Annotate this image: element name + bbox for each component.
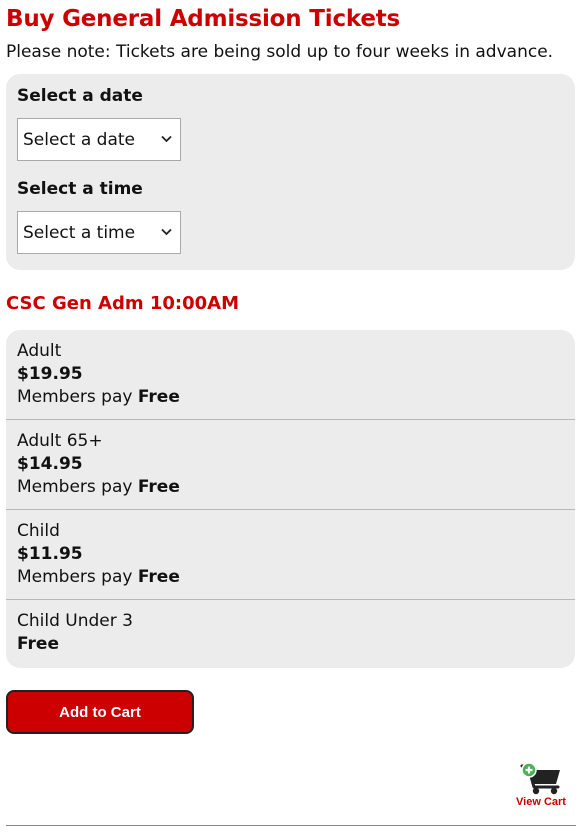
ticket-price: $19.95 xyxy=(17,364,83,384)
member-prefix: Members pay xyxy=(17,477,133,497)
ticket-name: Child Under 3 xyxy=(17,611,133,631)
advance-sale-note: Please note: Tickets are being sold up t… xyxy=(6,42,554,62)
view-cart-link[interactable]: View Cart xyxy=(512,760,570,808)
date-select-value: Select a date xyxy=(23,129,136,150)
member-price-line: Members pay Free xyxy=(17,476,564,499)
divider xyxy=(6,825,576,826)
ticket-row-adult: Adult $19.95 Members pay Free xyxy=(6,330,575,420)
ticket-row-child: Child $11.95 Members pay Free xyxy=(6,510,575,600)
ticket-price: $11.95 xyxy=(17,544,83,564)
chevron-down-icon xyxy=(161,133,172,146)
chevron-down-icon xyxy=(161,226,172,239)
member-price: Free xyxy=(137,477,180,497)
ticket-price: $14.95 xyxy=(17,454,83,474)
member-prefix: Members pay xyxy=(17,387,133,407)
time-select-value: Select a time xyxy=(23,222,136,243)
ticket-page: Buy General Admission Tickets Please not… xyxy=(0,0,587,734)
member-price: Free xyxy=(137,387,180,407)
member-prefix: Members pay xyxy=(17,567,133,587)
ticket-name: Child xyxy=(17,521,60,541)
member-price: Free xyxy=(137,567,180,587)
ticket-name: Adult xyxy=(17,341,62,361)
event-title: CSC Gen Adm 10:00AM xyxy=(6,293,240,314)
time-label: Select a time xyxy=(17,179,143,199)
cart-icon xyxy=(520,762,560,795)
member-price-line: Members pay Free xyxy=(17,386,564,409)
date-select[interactable]: Select a date xyxy=(17,118,181,161)
add-to-cart-button[interactable]: Add to Cart xyxy=(6,690,194,734)
ticket-list: Adult $19.95 Members pay Free Adult 65+ … xyxy=(6,330,575,668)
ticket-row-adult-65: Adult 65+ $14.95 Members pay Free xyxy=(6,420,575,510)
view-cart-label: View Cart xyxy=(516,796,566,808)
page-title: Buy General Admission Tickets xyxy=(6,6,401,32)
ticket-price: Free xyxy=(17,634,59,654)
ticket-row-child-under-3: Child Under 3 Free xyxy=(6,600,575,668)
time-select[interactable]: Select a time xyxy=(17,211,181,254)
date-time-panel: Select a date Select a date Select a tim… xyxy=(6,74,575,270)
member-price-line: Members pay Free xyxy=(17,566,564,589)
date-label: Select a date xyxy=(17,86,143,106)
ticket-name: Adult 65+ xyxy=(17,431,103,451)
